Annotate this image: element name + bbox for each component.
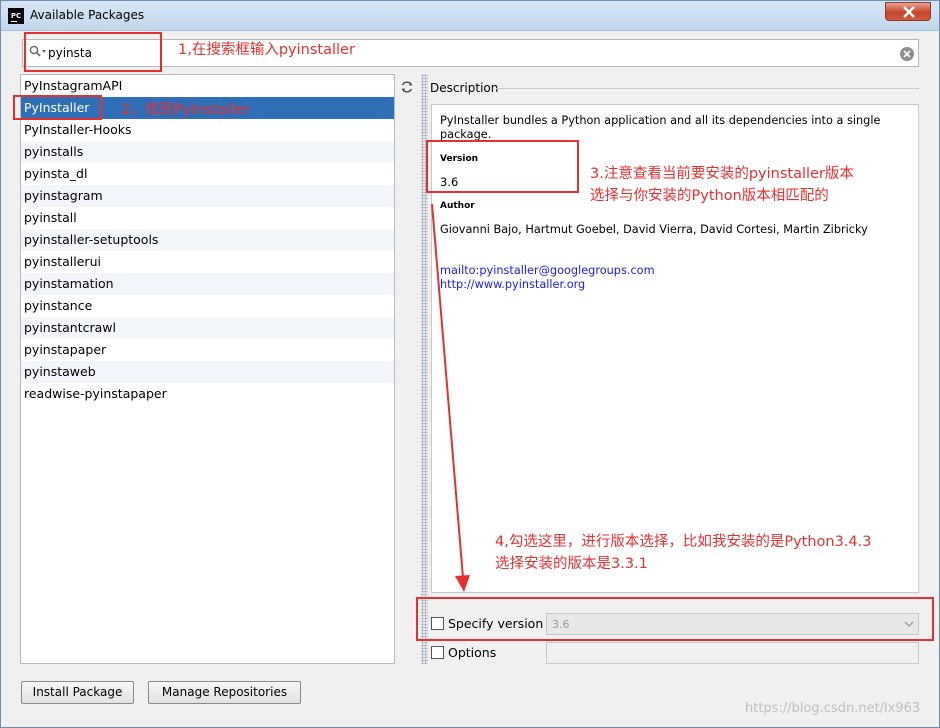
annotation-step4-line1: 4,勾选这里，进行版本选择，比如我安装的是Python3.4.3 — [495, 534, 872, 550]
annotation-step3-line2: 选择与你安装的Python版本相匹配的 — [590, 188, 829, 204]
watermark: https://blog.csdn.net/lx963 — [745, 701, 921, 716]
annotation-step3-line1: 3.注意查看当前要安装的pyinstaller版本 — [590, 166, 854, 182]
annotation-step1: 1,在搜索框输入pyinstaller — [178, 42, 355, 58]
annotation-step4-line2: 选择安装的版本是3.3.1 — [495, 556, 648, 572]
annotation-step2: 2，找到PyInstaller — [121, 102, 250, 118]
